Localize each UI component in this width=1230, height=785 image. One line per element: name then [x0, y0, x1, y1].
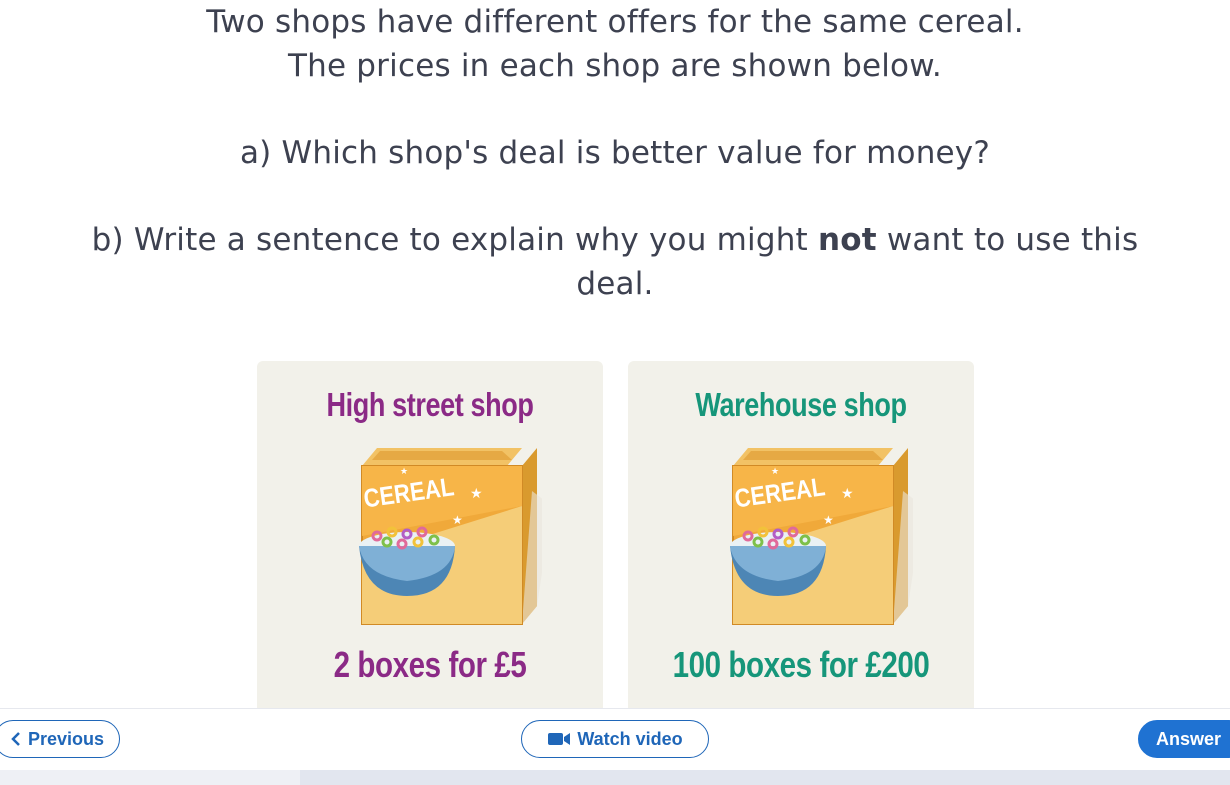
- question-part-b: b) Write a sentence to explain why you m…: [0, 218, 1230, 262]
- svg-text:★: ★: [771, 467, 779, 477]
- svg-text:★: ★: [400, 467, 408, 477]
- shop-cards: High street shop CEREAL ★ ★ ★ 2 boxes fo…: [257, 361, 974, 721]
- question-part-b-line-2: deal.: [576, 266, 654, 302]
- question-text: Two shops have different offers for the …: [0, 0, 1230, 306]
- shop-card-warehouse: Warehouse shop CEREAL ★ ★ ★ 100 boxes fo…: [628, 361, 974, 721]
- bottom-strip: [0, 770, 1230, 785]
- svg-text:★: ★: [823, 513, 834, 527]
- part-b-bold-word: not: [817, 222, 877, 258]
- svg-text:★: ★: [841, 486, 854, 502]
- shop-card-price: 100 boxes for £200: [672, 644, 930, 685]
- shop-card-title: Warehouse shop: [695, 386, 907, 423]
- watch-video-label: Watch video: [577, 728, 683, 749]
- previous-label: Previous: [27, 728, 105, 749]
- shop-card-title: High street shop: [326, 386, 534, 423]
- question-page: Two shops have different offers for the …: [0, 0, 1230, 785]
- bottom-strip-shade: [300, 770, 1230, 785]
- watch-video-button[interactable]: Watch video: [521, 720, 709, 758]
- question-line-1: Two shops have different offers for the …: [206, 4, 1024, 40]
- cereal-box-image: CEREAL ★ ★ ★: [730, 448, 913, 625]
- video-camera-icon: [548, 733, 571, 745]
- cereal-box-image: CEREAL ★ ★ ★: [359, 448, 542, 625]
- shop-card-high-street: High street shop CEREAL ★ ★ ★ 2 boxes fo…: [257, 361, 603, 721]
- part-b-prefix: b) Write a sentence to explain why you m…: [91, 222, 818, 258]
- chevron-left-icon: [11, 732, 20, 746]
- svg-text:★: ★: [470, 486, 483, 502]
- question-line-2: The prices in each shop are shown below.: [288, 48, 942, 84]
- shop-card-price: 2 boxes for £5: [333, 644, 527, 685]
- question-part-a: a) Which shop's deal is better value for…: [239, 135, 991, 171]
- previous-button[interactable]: Previous: [0, 720, 120, 758]
- part-b-suffix: want to use this: [876, 222, 1139, 258]
- answer-label: Answer: [1156, 728, 1222, 749]
- svg-text:★: ★: [452, 513, 463, 527]
- answer-button[interactable]: Answer: [1138, 720, 1230, 758]
